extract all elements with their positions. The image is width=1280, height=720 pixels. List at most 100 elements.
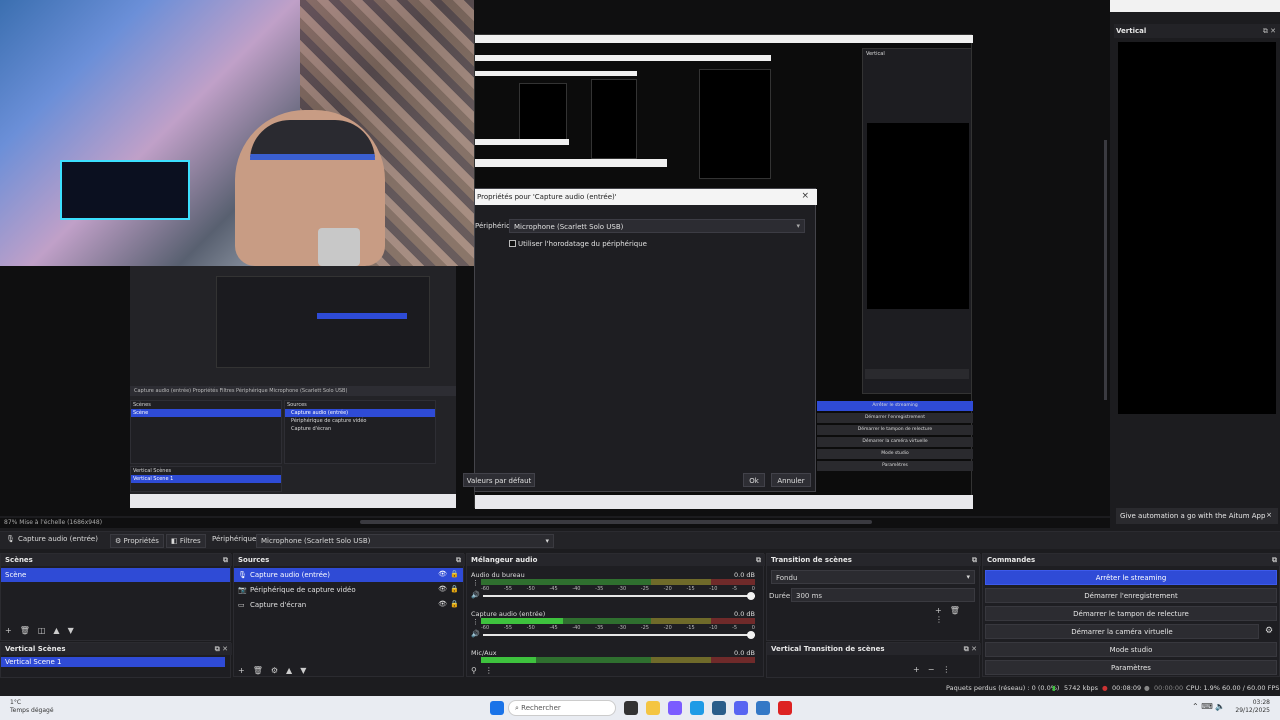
device-timestamp-label: Utiliser l'horodatage du périphérique	[518, 240, 647, 248]
up-icon[interactable]: ▲	[53, 626, 59, 635]
lock-icon[interactable]: 🔒	[450, 585, 459, 593]
stop-streaming-button[interactable]: Arrêter le streaming	[985, 570, 1277, 585]
vertical-dock: Vertical ⧉ ✕ Give automation a go with t…	[1114, 24, 1280, 552]
system-tray-icons[interactable]: ⌃ ⌨ 🔈	[1192, 702, 1225, 711]
meter-tick-label: -30	[617, 625, 627, 631]
commands-dock: Commandes ⧉ Arrêter le streaming Démarre…	[982, 553, 1280, 677]
transitions-title: Transition de scènes	[771, 556, 852, 564]
nested-inner-scene-row	[217, 297, 313, 305]
filters-button[interactable]: ◧ Filtres	[166, 534, 206, 548]
task-view-icon[interactable]	[624, 701, 638, 715]
virtual-camera-gear-icon[interactable]: ⚙	[1265, 626, 1273, 636]
channel-menu-icon[interactable]: ⋮	[472, 579, 479, 587]
down-icon[interactable]: ▼	[300, 666, 306, 675]
source-item-video-capture[interactable]: 📷 Périphérique de capture vidéo 👁 🔒	[234, 583, 463, 597]
discord-icon[interactable]	[734, 701, 748, 715]
chevron-down-icon: ▾	[545, 537, 549, 545]
transition-select[interactable]: Fondu ▾	[771, 570, 975, 584]
meter-tick-label: -5	[732, 586, 738, 592]
menu-icon[interactable]: ⋮	[942, 665, 950, 674]
banner-close-icon[interactable]: ×	[1266, 511, 1272, 519]
dock-float-icon[interactable]: ⧉	[756, 556, 761, 565]
volume-slider[interactable]	[483, 631, 755, 639]
windows-start-icon[interactable]	[490, 701, 504, 715]
trash-icon[interactable]: 🗑	[950, 606, 960, 615]
meter-tick-label: -20	[663, 586, 672, 592]
dock-float-icon[interactable]: ⧉	[972, 556, 977, 565]
ok-button[interactable]: Ok	[743, 473, 765, 487]
add-icon[interactable]: +	[5, 626, 12, 635]
replay-buffer-button[interactable]: Démarrer le tampon de relecture	[985, 606, 1277, 621]
scene-item[interactable]: Scène	[1, 568, 230, 582]
gear-icon[interactable]: ⚙	[271, 666, 278, 675]
channel-menu-icon[interactable]: ⋮	[472, 618, 479, 626]
mixer-channel-db: 0.0 dB	[734, 649, 755, 657]
dock-float-icon[interactable]: ⧉	[1272, 556, 1277, 565]
lock-icon[interactable]: 🔒	[450, 570, 459, 578]
mirror-command-button: Démarrer le tampon de relecture	[817, 425, 973, 435]
preview-horizontal-scrollbar[interactable]	[360, 520, 872, 524]
add-icon[interactable]: +	[913, 665, 920, 674]
taskbar-search[interactable]: ⌕ Rechercher	[508, 700, 616, 716]
device-timestamp-checkbox[interactable]	[509, 240, 516, 247]
filter-icon[interactable]: ◫	[38, 626, 46, 635]
add-icon[interactable]: +	[238, 666, 245, 675]
settings-button[interactable]: Paramètres	[985, 660, 1277, 675]
eye-icon[interactable]: 👁	[438, 585, 447, 593]
dock-float-icon[interactable]: ⧉	[223, 556, 228, 565]
source-item-audio-capture[interactable]: 🎙 Capture audio (entrée) 👁 🔒	[234, 568, 463, 582]
properties-button[interactable]: ⚙ Propriétés	[110, 534, 164, 548]
trash-icon[interactable]: 🗑	[20, 626, 30, 635]
vertical-preview[interactable]	[1118, 42, 1276, 414]
volume-slider-knob[interactable]	[747, 631, 755, 639]
app-icon[interactable]	[756, 701, 770, 715]
add-icon[interactable]: +	[935, 606, 942, 615]
trash-icon[interactable]: 🗑	[253, 666, 263, 675]
preview-vertical-scrollbar[interactable]	[1104, 140, 1107, 400]
link-icon[interactable]: ⚲	[471, 666, 477, 675]
menu-icon[interactable]: ⋮	[485, 666, 493, 675]
copilot-icon[interactable]	[668, 701, 682, 715]
eye-icon[interactable]: 👁	[438, 570, 447, 578]
store-icon[interactable]	[712, 701, 726, 715]
dialog-close-icon[interactable]: ×	[801, 191, 809, 201]
menu-icon[interactable]: ⋮	[935, 615, 943, 624]
edge-icon[interactable]	[690, 701, 704, 715]
nested-obs-capture: Capture audio (entrée) Propriétés Filtre…	[130, 266, 456, 508]
down-icon[interactable]: ▼	[68, 626, 74, 635]
mirror-vertical-dock: Vertical	[862, 48, 972, 394]
taskbar-clock[interactable]: 03:28 29/12/2025	[1235, 699, 1270, 715]
defaults-button[interactable]: Valeurs par défaut	[463, 473, 535, 487]
weather-widget[interactable]: 1°C Temps dégagé	[10, 699, 54, 715]
toolbar-device-select[interactable]: Microphone (Scarlett Solo USB) ▾	[256, 534, 554, 548]
fps: 60.00 / 60.00 FPS	[1222, 684, 1280, 692]
program-preview[interactable]: Capture audio (entrée) Propriétés Filtre…	[0, 0, 1110, 516]
cancel-button[interactable]: Annuler	[771, 473, 811, 487]
minus-icon[interactable]: −	[928, 665, 935, 674]
speaker-icon[interactable]: 🔊	[471, 591, 480, 599]
obs-icon[interactable]	[778, 701, 792, 715]
dock-float-icon[interactable]: ⧉	[456, 556, 461, 565]
device-select[interactable]: Microphone (Scarlett Solo USB) ▾	[509, 219, 805, 233]
volume-slider-knob[interactable]	[747, 592, 755, 600]
start-recording-button[interactable]: Démarrer l'enregistrement	[985, 588, 1277, 603]
file-explorer-icon[interactable]	[646, 701, 660, 715]
lock-icon[interactable]: 🔒	[450, 600, 459, 608]
dock-controls-icon[interactable]: ⧉ ✕	[1263, 27, 1276, 36]
meter-tick-label: -15	[686, 625, 695, 631]
source-item-screen-capture[interactable]: ▭ Capture d'écran 👁 🔒	[234, 598, 463, 612]
virtual-camera-button[interactable]: Démarrer la caméra virtuelle	[985, 624, 1259, 639]
aitum-banner-text: Give automation a go with the Aitum App	[1120, 512, 1266, 520]
meter-tick-label: -25	[640, 586, 649, 592]
speaker-icon[interactable]: 🔊	[471, 630, 480, 638]
eye-icon[interactable]: 👁	[438, 600, 447, 608]
volume-slider[interactable]	[483, 592, 755, 600]
duration-input[interactable]: 300 ms	[791, 588, 975, 602]
vertical-scene-item[interactable]: Vertical Scene 1	[1, 657, 225, 667]
nested-toolbar-text: Capture audio (entrée) Propriétés Filtre…	[134, 388, 348, 394]
studio-mode-button[interactable]: Mode studio	[985, 642, 1277, 657]
up-icon[interactable]: ▲	[286, 666, 292, 675]
dock-controls-icon[interactable]: ⧉ ✕	[215, 645, 228, 654]
dock-controls-icon[interactable]: ⧉ ✕	[964, 645, 977, 654]
signal-icon: ▮	[1052, 684, 1056, 692]
